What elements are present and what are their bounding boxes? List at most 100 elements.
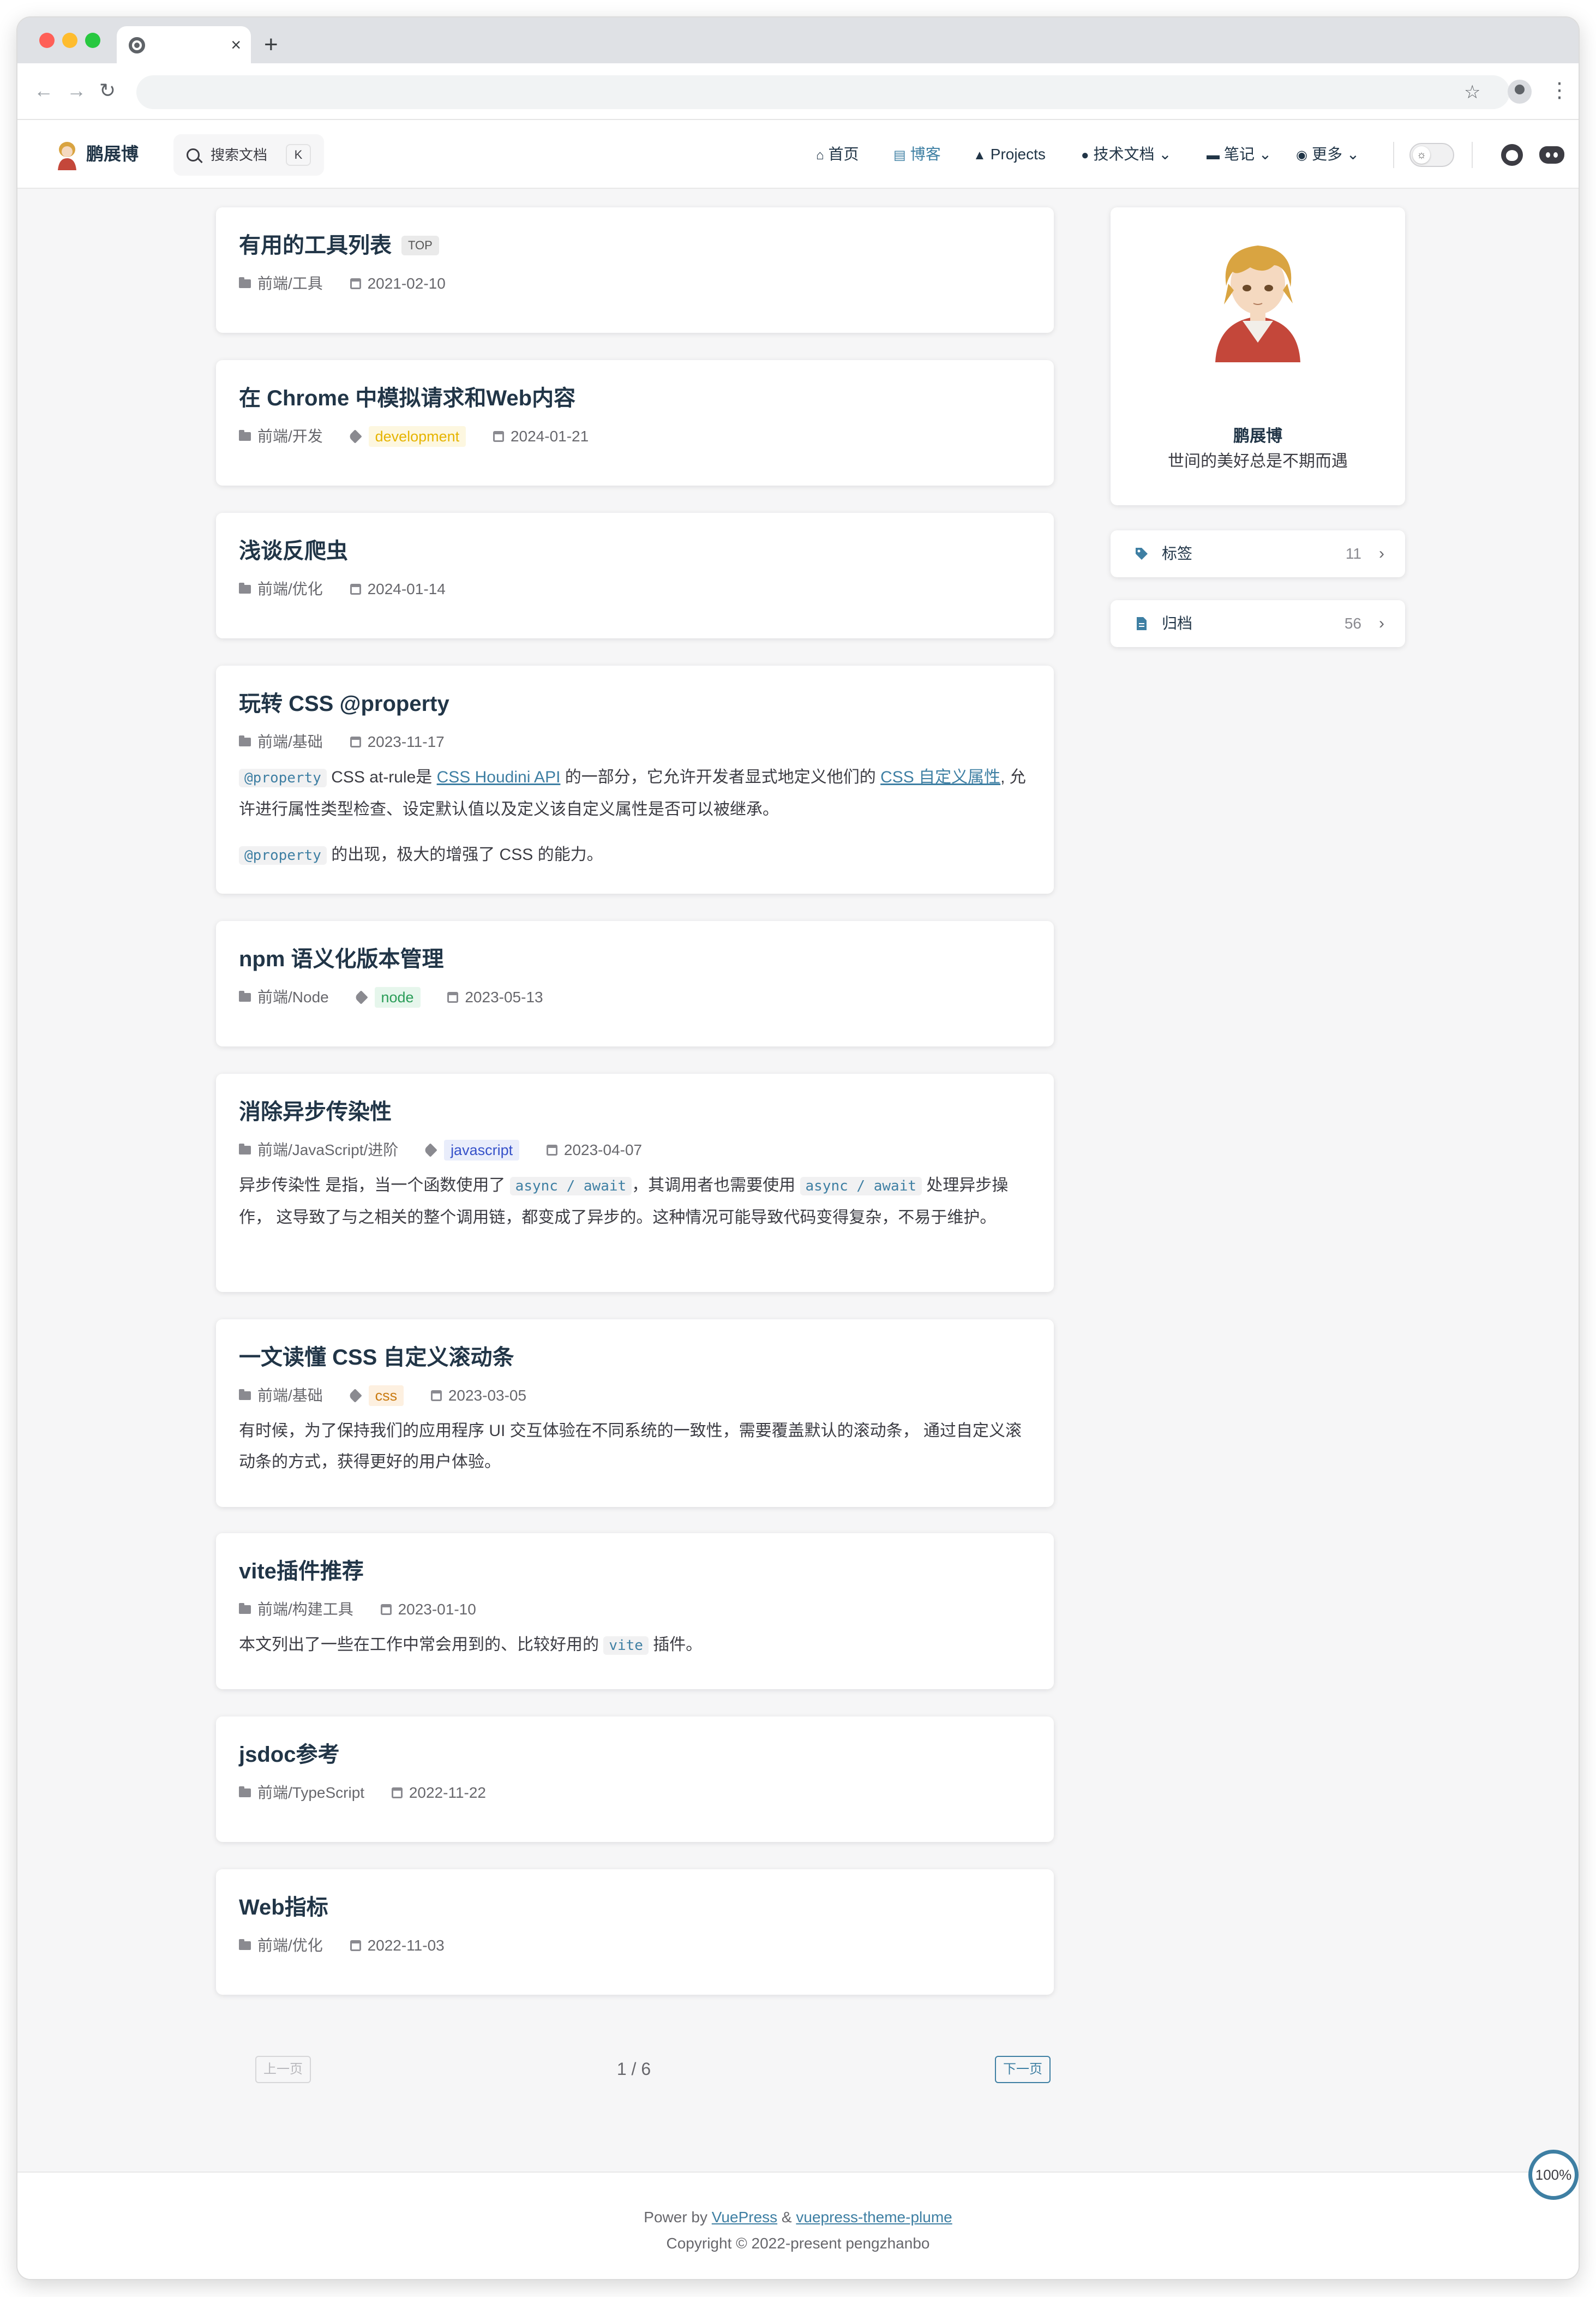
browser-menu-icon[interactable]: ⋮ (1549, 79, 1570, 103)
css-custom-property-link[interactable]: CSS 自定义属性 (880, 768, 1000, 786)
post-category[interactable]: 前端/基础 (239, 730, 323, 754)
post-card[interactable]: 浅谈反爬虫 前端/优化 2024-01-14 (216, 513, 1054, 638)
post-excerpt: 有时候，为了保持我们的应用程序 UI 交互体验在不同系统的一致性，需要覆盖默认的… (239, 1422, 1022, 1471)
post-category[interactable]: 前端/基础 (239, 1384, 323, 1408)
post-card[interactable]: 玩转 CSS @property 前端/基础 2023-11-17 @prope… (216, 666, 1054, 894)
sidebar-item-archive[interactable]: 归档 56 › (1111, 600, 1405, 647)
post-meta: 前端/优化 2022-11-03 (239, 1934, 467, 1958)
vuepress-link[interactable]: VuePress (712, 2209, 777, 2226)
post-title[interactable]: 有用的工具列表 TOP (239, 230, 439, 261)
post-category[interactable]: 前端/Node (239, 985, 329, 1009)
chevron-down-icon: ⌄ (1154, 146, 1172, 163)
browser-tab[interactable]: × (117, 26, 251, 63)
post-date: 2023-04-07 (546, 1138, 642, 1162)
folder-icon (239, 1144, 251, 1155)
theme-plume-link[interactable]: vuepress-theme-plume (796, 2209, 952, 2226)
prev-page-button[interactable]: 上一页 (255, 2056, 311, 2083)
post-title[interactable]: vite插件推荐 (239, 1556, 364, 1587)
search-button[interactable]: 搜索文档 K (173, 134, 324, 176)
post-tags: node (353, 985, 421, 1009)
site-title[interactable]: 鹏展博 (86, 141, 139, 167)
post-title[interactable]: npm 语义化版本管理 (239, 944, 444, 974)
discord-icon[interactable] (1539, 146, 1564, 164)
post-title[interactable]: Web指标 (239, 1892, 328, 1923)
post-title[interactable]: 在 Chrome 中模拟请求和Web内容 (239, 383, 575, 414)
post-meta: 前端/基础 css 2023-03-05 (239, 1384, 549, 1408)
next-page-button[interactable]: 下一页 (995, 2056, 1051, 2083)
post-card[interactable]: vite插件推荐 前端/构建工具 2023-01-10 本文列出了一些在工作中常… (216, 1533, 1054, 1689)
post-card[interactable]: 消除异步传染性 前端/JavaScript/进阶 javascript 2023… (216, 1074, 1054, 1292)
inline-code: vite (603, 1636, 649, 1655)
browser-titlebar: × + (17, 17, 1579, 63)
nav-item-home[interactable]: ⌂ 首页 (816, 142, 859, 168)
theme-toggle[interactable]: ☼ (1409, 143, 1454, 167)
post-title[interactable]: 浅谈反爬虫 (239, 536, 348, 566)
post-title[interactable]: 玩转 CSS @property (239, 689, 449, 719)
post-meta: 前端/开发 development 2024-01-21 (239, 424, 611, 448)
author-avatar (1215, 246, 1300, 362)
address-bar[interactable] (136, 75, 1510, 109)
browser-window: × + ← → ↻ ☆ ⋮ 鹏展博 搜索文档 K ⌂ 首页 ▤ 博客 ▲ Projec… (17, 17, 1579, 2279)
back-arrow-icon[interactable]: ← (34, 80, 53, 101)
nav-item-projects[interactable]: ▲ Projects (973, 142, 1046, 168)
post-card[interactable]: jsdoc参考 前端/TypeScript 2022-11-22 (216, 1716, 1054, 1842)
reload-icon[interactable]: ↻ (99, 80, 116, 101)
calendar-icon (546, 1145, 557, 1156)
notes-icon: ▬ (1207, 148, 1220, 163)
bookmark-star-icon[interactable]: ☆ (1464, 82, 1480, 103)
post-category[interactable]: 前端/开发 (239, 424, 323, 448)
post-card[interactable]: npm 语义化版本管理 前端/Node node 2023-05-13 (216, 921, 1054, 1046)
folder-icon (239, 430, 251, 441)
post-meta: 前端/Node node 2023-05-13 (239, 985, 566, 1009)
tag-development[interactable]: development (368, 426, 466, 447)
post-category[interactable]: 前端/优化 (239, 577, 323, 601)
nav-item-more[interactable]: ◉ 更多 ⌄ (1296, 142, 1359, 168)
post-card[interactable]: 在 Chrome 中模拟请求和Web内容 前端/开发 development 2… (216, 360, 1054, 486)
sun-icon: ☼ (1413, 146, 1430, 164)
post-category[interactable]: 前端/优化 (239, 1934, 323, 1958)
post-category[interactable]: 前端/JavaScript/进阶 (239, 1138, 398, 1162)
post-date: 2022-11-22 (391, 1781, 486, 1805)
chevron-down-icon: ⌄ (1342, 146, 1360, 163)
nav-item-blog[interactable]: ▤ 博客 (893, 142, 941, 168)
maximize-window-button[interactable] (85, 33, 100, 48)
post-card[interactable]: 一文读懂 CSS 自定义滚动条 前端/基础 css 2023-03-05 有时候… (216, 1319, 1054, 1507)
site-logo-icon[interactable] (53, 140, 81, 170)
nav-item-notes[interactable]: ▬ 笔记 ⌄ (1207, 142, 1271, 168)
post-tags: javascript (423, 1138, 520, 1162)
profile-avatar-icon[interactable] (1508, 80, 1532, 104)
chevron-right-icon: › (1379, 545, 1384, 563)
calendar-icon (350, 584, 361, 595)
houdini-link[interactable]: CSS Houdini API (437, 768, 561, 786)
minimize-window-button[interactable] (62, 33, 77, 48)
author-motto: 世间的美好总是不期而遇 (1168, 452, 1348, 470)
nav-item-tech-docs[interactable]: ● 技术文档 ⌄ (1081, 142, 1172, 168)
tag-javascript[interactable]: javascript (444, 1140, 520, 1161)
github-icon[interactable] (1501, 144, 1523, 166)
browser-toolbar: ← → ↻ ☆ ⋮ (17, 63, 1579, 120)
tag-icon (347, 1389, 362, 1403)
post-category[interactable]: 前端/工具 (239, 272, 323, 296)
post-card[interactable]: 有用的工具列表 TOP 前端/工具 2021-02-10 (216, 207, 1054, 333)
post-title[interactable]: 消除异步传染性 (239, 1097, 392, 1127)
reading-progress-badge[interactable]: 100% (1528, 2150, 1579, 2200)
new-tab-button[interactable]: + (264, 32, 278, 58)
post-card[interactable]: Web指标 前端/优化 2022-11-03 (216, 1869, 1054, 1995)
inline-code: async / await (509, 1177, 632, 1195)
post-category[interactable]: 前端/TypeScript (239, 1781, 364, 1805)
tab-close-icon[interactable]: × (231, 34, 241, 56)
site-navbar: 鹏展博 搜索文档 K ⌂ 首页 ▤ 博客 ▲ Projects ● 技术文档 ⌄ ▬ 笔记… (17, 120, 1579, 189)
post-meta: 前端/JavaScript/进阶 javascript 2023-04-07 (239, 1138, 665, 1162)
sidebar-item-tags[interactable]: 标签 11 › (1111, 530, 1405, 577)
forward-arrow-icon[interactable]: → (67, 80, 86, 101)
bulb-icon: ● (1081, 148, 1089, 163)
archive-icon (1137, 617, 1147, 630)
post-category[interactable]: 前端/构建工具 (239, 1598, 353, 1622)
calendar-icon (493, 431, 504, 442)
post-title[interactable]: jsdoc参考 (239, 1739, 339, 1770)
post-title[interactable]: 一文读懂 CSS 自定义滚动条 (239, 1342, 514, 1373)
footer-powered-by: Power by VuePress & vuepress-theme-plume (644, 2209, 952, 2226)
tag-node[interactable]: node (374, 987, 421, 1008)
tag-css[interactable]: css (368, 1385, 404, 1406)
close-window-button[interactable] (39, 33, 55, 48)
